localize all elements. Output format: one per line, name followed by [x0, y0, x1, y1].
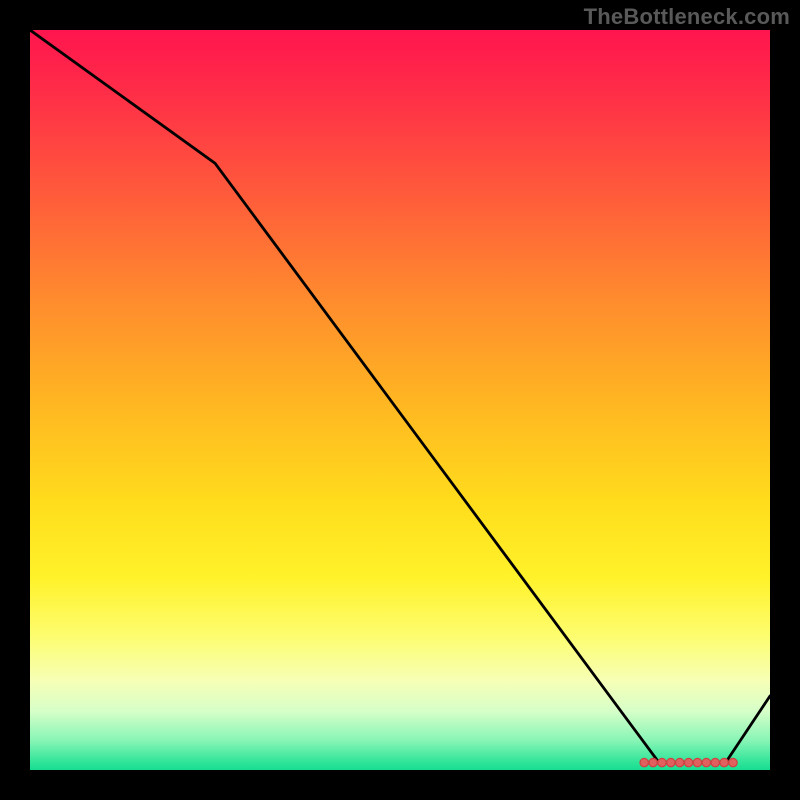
data-marker	[711, 758, 719, 766]
data-marker	[720, 758, 728, 766]
data-marker	[667, 758, 675, 766]
watermark-text: TheBottleneck.com	[584, 4, 790, 30]
data-marker	[649, 758, 657, 766]
data-marker	[676, 758, 684, 766]
data-marker	[702, 758, 710, 766]
data-marker	[684, 758, 692, 766]
chart-svg	[30, 30, 770, 770]
data-marker	[658, 758, 666, 766]
data-marker	[693, 758, 701, 766]
data-line	[30, 30, 770, 763]
marker-group	[640, 758, 737, 766]
data-marker	[729, 758, 737, 766]
data-marker	[640, 758, 648, 766]
chart-frame: TheBottleneck.com	[0, 0, 800, 800]
plot-area	[30, 30, 770, 770]
